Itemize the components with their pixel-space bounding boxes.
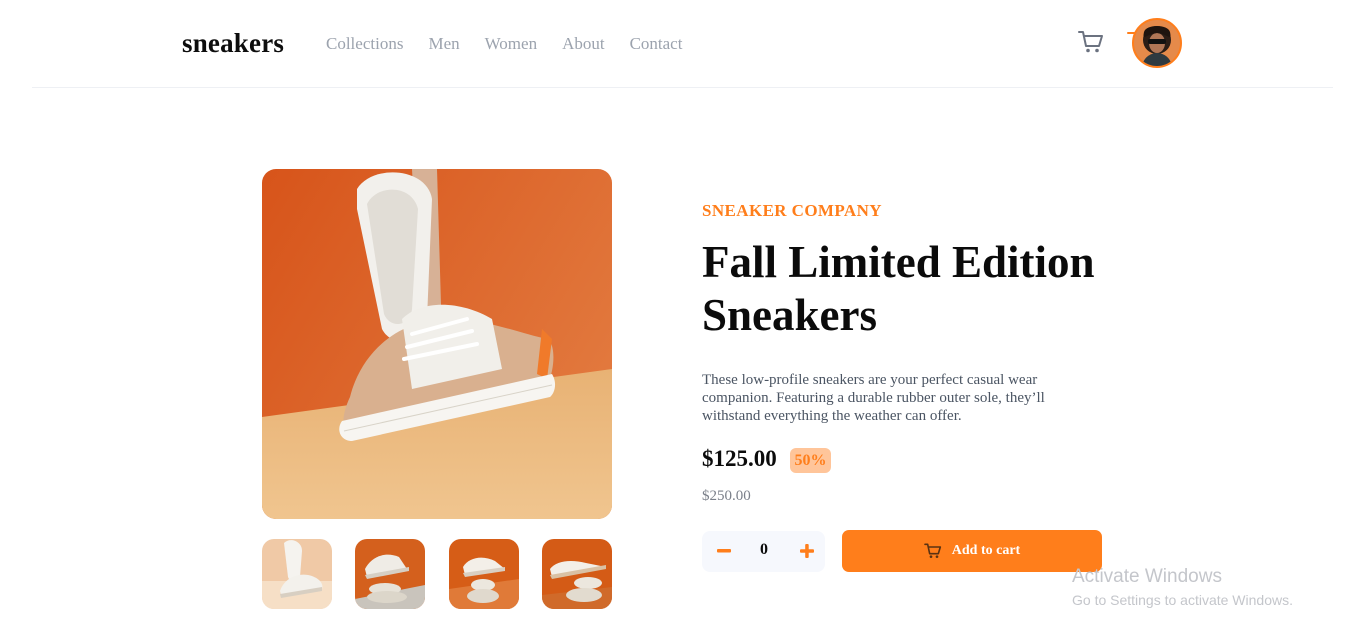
- main-nav: Collections Men Women About Contact: [326, 34, 707, 54]
- nav-men[interactable]: Men: [428, 34, 459, 54]
- quantity-value: 0: [760, 541, 768, 558]
- add-to-cart-button[interactable]: Add to cart: [842, 530, 1102, 572]
- add-to-cart-label: Add to cart: [951, 543, 1021, 558]
- plus-icon: [800, 544, 814, 558]
- cart-button[interactable]: [1078, 30, 1108, 58]
- minus-icon: [717, 549, 731, 553]
- decrease-quantity-button[interactable]: [712, 539, 736, 563]
- activation-watermark-title: Activate Windows: [1072, 566, 1222, 587]
- company-label: SNEAKER COMPANY: [702, 201, 882, 220]
- site-header: sneakers Collections Men Women About Con…: [32, 0, 1333, 88]
- main-product-image[interactable]: [262, 169, 612, 519]
- thumbnail-1-image: [262, 539, 332, 609]
- thumbnail-strip: [262, 539, 612, 609]
- cart-icon: [1078, 31, 1103, 53]
- thumbnail-4[interactable]: [542, 539, 612, 609]
- logo[interactable]: sneakers: [182, 28, 284, 59]
- thumbnail-3[interactable]: [449, 539, 519, 609]
- cart-icon: [923, 543, 941, 558]
- product-title: Fall Limited Edition Sneakers: [702, 236, 1122, 342]
- avatar[interactable]: [1132, 18, 1182, 68]
- product-title-line-1: Fall Limited Edition: [702, 237, 1095, 287]
- user-avatar-icon: [1134, 20, 1180, 66]
- current-price: $125.00: [702, 446, 777, 471]
- nav-about[interactable]: About: [562, 34, 605, 54]
- nav-collections[interactable]: Collections: [326, 34, 403, 54]
- activation-watermark-subtitle: Go to Settings to activate Windows.: [1072, 592, 1293, 608]
- quantity-stepper: 0: [702, 531, 825, 572]
- thumbnail-4-image: [542, 539, 612, 609]
- thumbnail-1[interactable]: [262, 539, 332, 609]
- product-title-line-2: Sneakers: [702, 290, 878, 340]
- increase-quantity-button[interactable]: [795, 539, 819, 563]
- nav-contact[interactable]: Contact: [630, 34, 683, 54]
- original-price: $250.00: [702, 488, 751, 504]
- nav-women[interactable]: Women: [485, 34, 537, 54]
- thumbnail-2-image: [355, 539, 425, 609]
- product-description: These low-profile sneakers are your perf…: [702, 372, 1045, 424]
- thumbnail-3-image: [449, 539, 519, 609]
- sneaker-photo: [262, 169, 612, 519]
- thumbnail-2[interactable]: [355, 539, 425, 609]
- discount-badge: 50%: [790, 448, 831, 473]
